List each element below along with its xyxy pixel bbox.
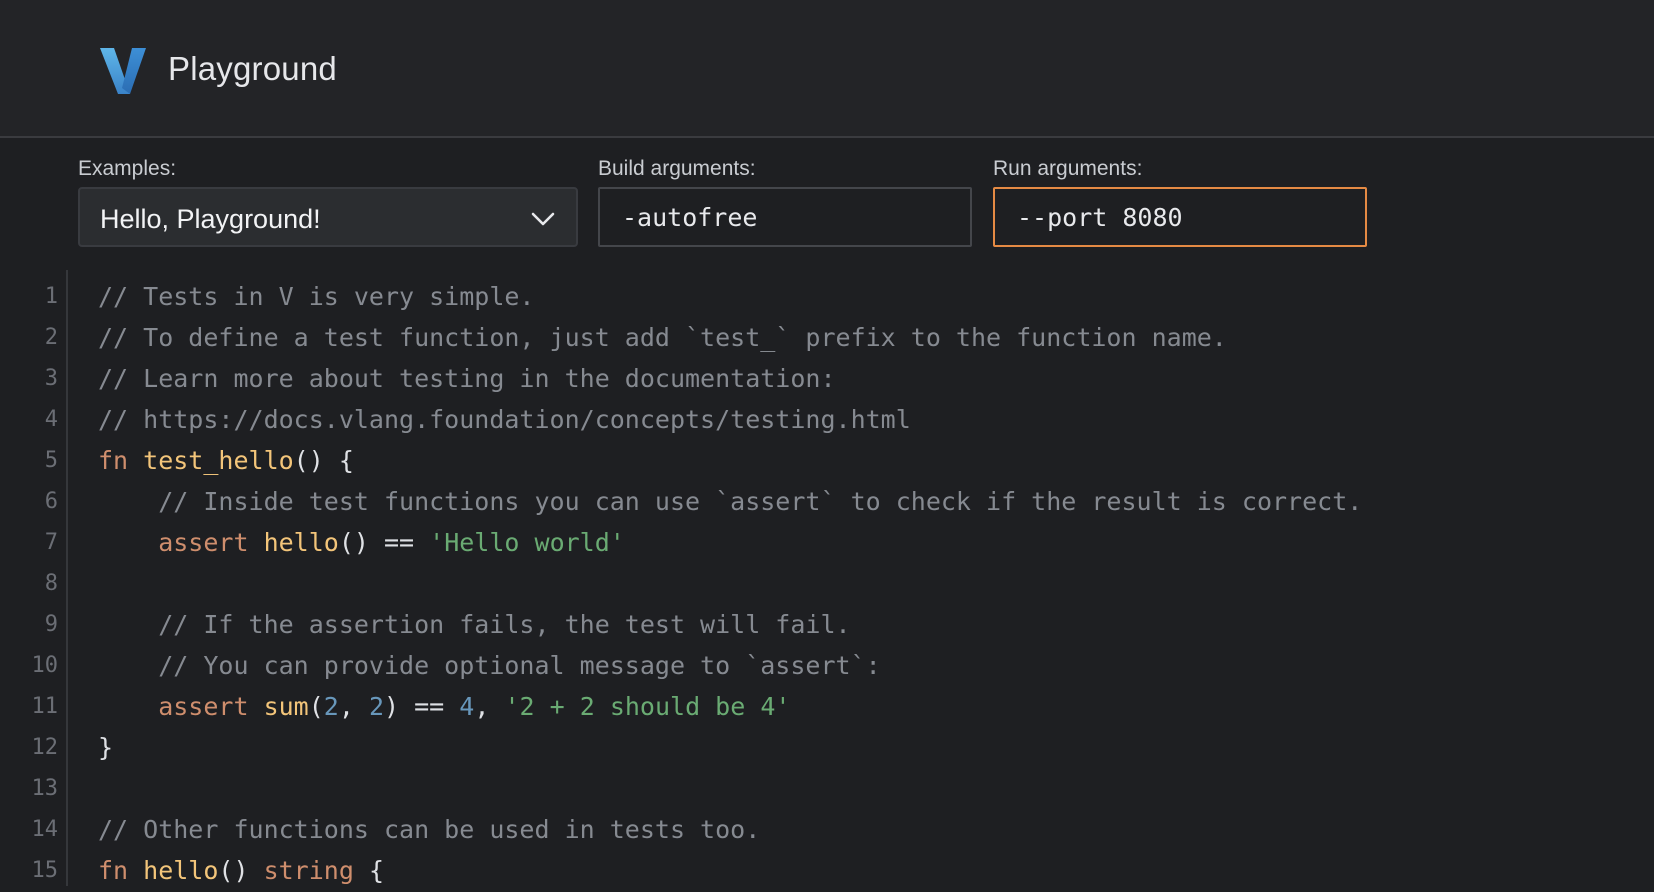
code-line: 12} xyxy=(0,729,1654,769)
code-line: 14 // Other functions can be used in test… xyxy=(0,811,1654,851)
code-token: // To define a test function, just add `… xyxy=(98,323,1227,352)
code-token: string xyxy=(263,856,354,885)
code-token: sum xyxy=(263,692,309,721)
line-code: // Tests in V is very simple. xyxy=(98,282,535,311)
code-line: 9 // If the assertion fails, the test wi… xyxy=(0,606,1654,646)
line-number: 2 xyxy=(44,325,58,350)
line-number: 4 xyxy=(44,407,58,432)
line-number: 15 xyxy=(31,858,59,883)
line-number: 11 xyxy=(31,694,59,719)
code-line: 10 // You can provide optional message t… xyxy=(0,647,1654,687)
code-token: hello xyxy=(263,528,339,557)
code-token: , xyxy=(338,692,369,721)
build-arguments-input[interactable] xyxy=(598,187,972,247)
line-number: 14 xyxy=(31,817,59,842)
code-line: 11 assert sum(2, 2) == 4, '2 + 2 should … xyxy=(0,688,1654,728)
line-number: 6 xyxy=(44,489,58,514)
code-token: 2 xyxy=(368,692,385,721)
examples-select[interactable]: Hello, Playground! xyxy=(78,187,578,247)
line-number: 10 xyxy=(31,653,59,678)
line-code: } xyxy=(98,733,113,762)
line-number: 3 xyxy=(44,366,58,391)
run-arguments-label: Run arguments: xyxy=(993,157,1143,180)
code-line: 3 // Learn more about testing in the docu… xyxy=(0,360,1654,400)
line-code: fn test_hello() { xyxy=(98,446,354,475)
line-number: 5 xyxy=(44,448,58,473)
code-line: 1 // Tests in V is very simple. xyxy=(0,278,1654,318)
code-line: 8 xyxy=(0,565,1654,605)
line-number: 1 xyxy=(44,284,58,309)
line-code: // You can provide optional message to `… xyxy=(98,651,881,680)
code-line: 7 assert hello() == 'Hello world' xyxy=(0,524,1654,564)
build-arguments-label: Build arguments: xyxy=(598,157,756,180)
code-line: 4 // https://docs.vlang.foundation/concep… xyxy=(0,401,1654,441)
chevron-down-icon xyxy=(531,212,555,226)
line-code: // Inside test functions you can use `as… xyxy=(98,487,1362,516)
examples-selected-value: Hello, Playground! xyxy=(100,204,321,234)
code-token: assert xyxy=(98,528,264,557)
code-token: assert xyxy=(98,692,264,721)
code-token: () xyxy=(218,856,264,885)
code-token: 2 xyxy=(323,692,339,721)
code-token: () { xyxy=(293,446,354,475)
code-token: , xyxy=(474,692,505,721)
code-line: 2 // To define a test function, just add … xyxy=(0,319,1654,359)
code-token: test_hello xyxy=(143,446,294,475)
code-token: '2 + 2 should be 4' xyxy=(504,692,791,721)
app-title: Playground xyxy=(168,50,337,87)
code-token: // You can provide optional message to `… xyxy=(98,651,881,680)
line-code: assert sum(2, 2) == 4, '2 + 2 should be … xyxy=(98,692,790,721)
code-token: // If the assertion fails, the test will… xyxy=(98,610,851,639)
code-line: 6 // Inside test functions you can use `… xyxy=(0,483,1654,523)
code-token: fn xyxy=(98,446,144,475)
run-arguments-input[interactable] xyxy=(993,187,1367,247)
code-token: fn xyxy=(98,856,144,885)
line-code: fn hello() string { xyxy=(98,856,384,885)
code-token: 4 xyxy=(459,692,475,721)
code-editor[interactable]: 1 // Tests in V is very simple. 2 // To def… xyxy=(0,270,1654,886)
line-code: // Learn more about testing in the docum… xyxy=(98,364,836,393)
code-token: // Learn more about testing in the docum… xyxy=(98,364,836,393)
line-code: // Other functions can be used in tests … xyxy=(98,815,760,844)
line-number: 9 xyxy=(44,612,58,637)
code-token: } xyxy=(98,733,114,762)
line-code: assert hello() == 'Hello world' xyxy=(98,528,625,557)
code-line: 13 xyxy=(0,770,1654,810)
header: Playground xyxy=(0,0,1654,138)
code-token: // Other functions can be used in tests … xyxy=(98,815,761,844)
line-number: 12 xyxy=(31,735,59,760)
code-token: 'Hello world' xyxy=(429,528,625,557)
code-token: // https://docs.vlang.foundation/concept… xyxy=(98,405,911,434)
line-code: // If the assertion fails, the test will… xyxy=(98,610,851,639)
line-number: 7 xyxy=(44,530,58,555)
examples-label: Examples: xyxy=(78,157,177,180)
code-line: 15 fn hello() string { xyxy=(0,852,1654,892)
code-token: // Inside test functions you can use `as… xyxy=(98,487,1363,516)
code-token: () == xyxy=(338,528,430,557)
line-number: 13 xyxy=(31,776,59,801)
line-code: // To define a test function, just add `… xyxy=(98,323,1227,352)
code-token: { xyxy=(353,856,384,885)
v-logo-icon[interactable] xyxy=(100,48,146,94)
line-number: 8 xyxy=(44,571,58,596)
line-code: // https://docs.vlang.foundation/concept… xyxy=(98,405,911,434)
code-line: 5 fn test_hello() { xyxy=(0,442,1654,482)
code-token: // Tests in V is very simple. xyxy=(98,282,535,311)
code-token: hello xyxy=(143,856,219,885)
code-token: ) == xyxy=(384,692,460,721)
code-token: ( xyxy=(308,692,324,721)
